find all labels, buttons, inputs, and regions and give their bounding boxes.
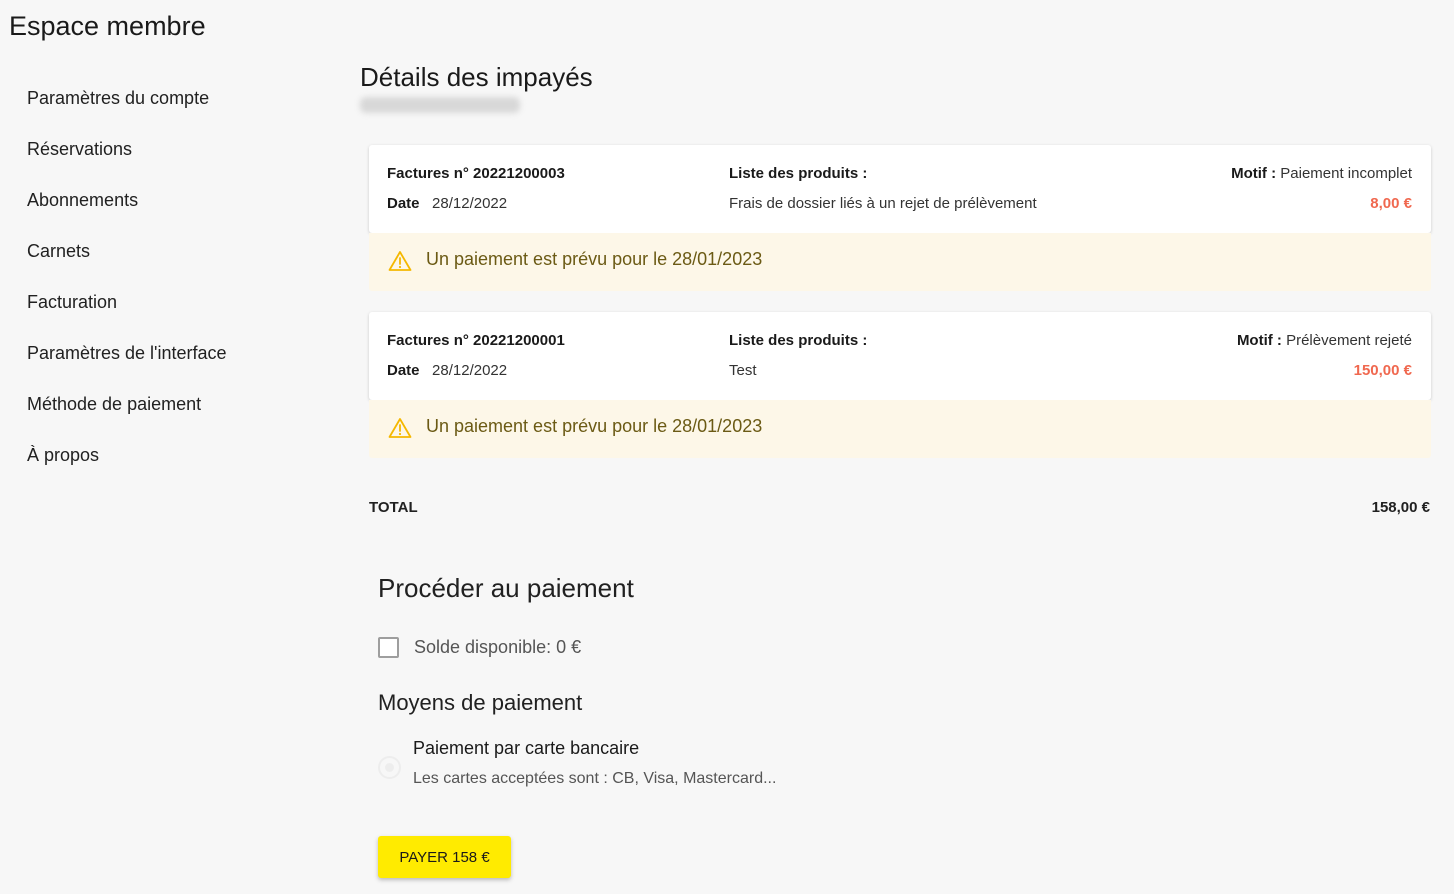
invoice-amount: 150,00 €	[1353, 362, 1412, 379]
reason-value: Paiement incomplet	[1280, 165, 1412, 182]
payment-notice: Un paiement est prévu pour le 28/01/2023	[369, 400, 1431, 458]
reason-label: Motif :	[1236, 332, 1282, 349]
invoice-details: Factures n° 20221200003 Date 28/12/2022 …	[369, 145, 1431, 233]
date-label: Date	[387, 362, 420, 379]
reason-label: Motif :	[1231, 165, 1277, 182]
invoice-details: Factures n° 20221200001 Date 28/12/2022 …	[369, 312, 1431, 400]
sidebar-item-reservations[interactable]: Réservations	[27, 133, 327, 184]
products-list: Frais de dossier liés à un rejet de prél…	[729, 195, 1037, 212]
invoice-products: Liste des produits : Frais de dossier li…	[729, 164, 1037, 224]
products-label: Liste des produits :	[729, 332, 868, 349]
card-payment-name[interactable]: Paiement par carte bancaire	[413, 738, 639, 759]
invoice-date: 28/12/2022	[432, 362, 508, 379]
warning-icon	[388, 250, 412, 272]
invoice-reason: Motif : Prélèvement rejeté 150,00 €	[1237, 331, 1412, 391]
total-label: TOTAL	[369, 499, 418, 516]
blurred-subtitle	[360, 97, 520, 113]
invoice-card: Factures n° 20221200001 Date 28/12/2022 …	[369, 312, 1431, 458]
invoice-date: 28/12/2022	[432, 195, 508, 212]
warning-icon	[388, 417, 412, 439]
balance-option[interactable]: Solde disponible: 0 €	[378, 637, 581, 658]
invoice-info: Factures n° 20221200001 Date 28/12/2022	[387, 331, 565, 391]
payment-notice: Un paiement est prévu pour le 28/01/2023	[369, 233, 1431, 291]
page-title: Détails des impayés	[360, 62, 593, 92]
invoice-amount: 8,00 €	[1370, 195, 1412, 212]
payment-title: Procéder au paiement	[378, 573, 634, 603]
card-payment-description: Les cartes acceptées sont : CB, Visa, Ma…	[413, 770, 777, 787]
balance-label: Solde disponible: 0 €	[414, 637, 582, 657]
products-label: Liste des produits :	[729, 165, 868, 182]
invoice-info: Factures n° 20221200003 Date 28/12/2022	[387, 164, 565, 224]
sidebar-item-about[interactable]: À propos	[27, 439, 327, 490]
invoice-card: Factures n° 20221200003 Date 28/12/2022 …	[369, 145, 1431, 291]
sidebar: Paramètres du compte Réservations Abonne…	[27, 82, 327, 490]
app-title: Espace membre	[9, 11, 206, 41]
invoice-products: Liste des produits : Test	[729, 331, 867, 391]
total-value: 158,00 €	[1371, 499, 1430, 516]
balance-checkbox[interactable]	[378, 637, 399, 658]
date-label: Date	[387, 195, 420, 212]
sidebar-item-account-settings[interactable]: Paramètres du compte	[27, 82, 327, 133]
notice-text: Un paiement est prévu pour le 28/01/2023	[426, 416, 763, 436]
sidebar-item-booklets[interactable]: Carnets	[27, 235, 327, 286]
sidebar-item-interface-settings[interactable]: Paramètres de l'interface	[27, 337, 327, 388]
invoice-number: Factures n° 20221200001	[387, 332, 565, 349]
sidebar-item-billing[interactable]: Facturation	[27, 286, 327, 337]
invoice-reason: Motif : Paiement incomplet 8,00 €	[1231, 164, 1412, 224]
card-payment-radio[interactable]	[378, 756, 401, 779]
notice-text: Un paiement est prévu pour le 28/01/2023	[426, 249, 763, 269]
payment-methods-title: Moyens de paiement	[378, 690, 583, 715]
products-list: Test	[729, 362, 757, 379]
invoice-number: Factures n° 20221200003	[387, 165, 565, 182]
reason-value: Prélèvement rejeté	[1286, 332, 1412, 349]
sidebar-item-payment-method[interactable]: Méthode de paiement	[27, 388, 327, 439]
pay-button[interactable]: PAYER 158 €	[378, 836, 511, 878]
sidebar-item-subscriptions[interactable]: Abonnements	[27, 184, 327, 235]
radio-dot	[385, 763, 394, 772]
